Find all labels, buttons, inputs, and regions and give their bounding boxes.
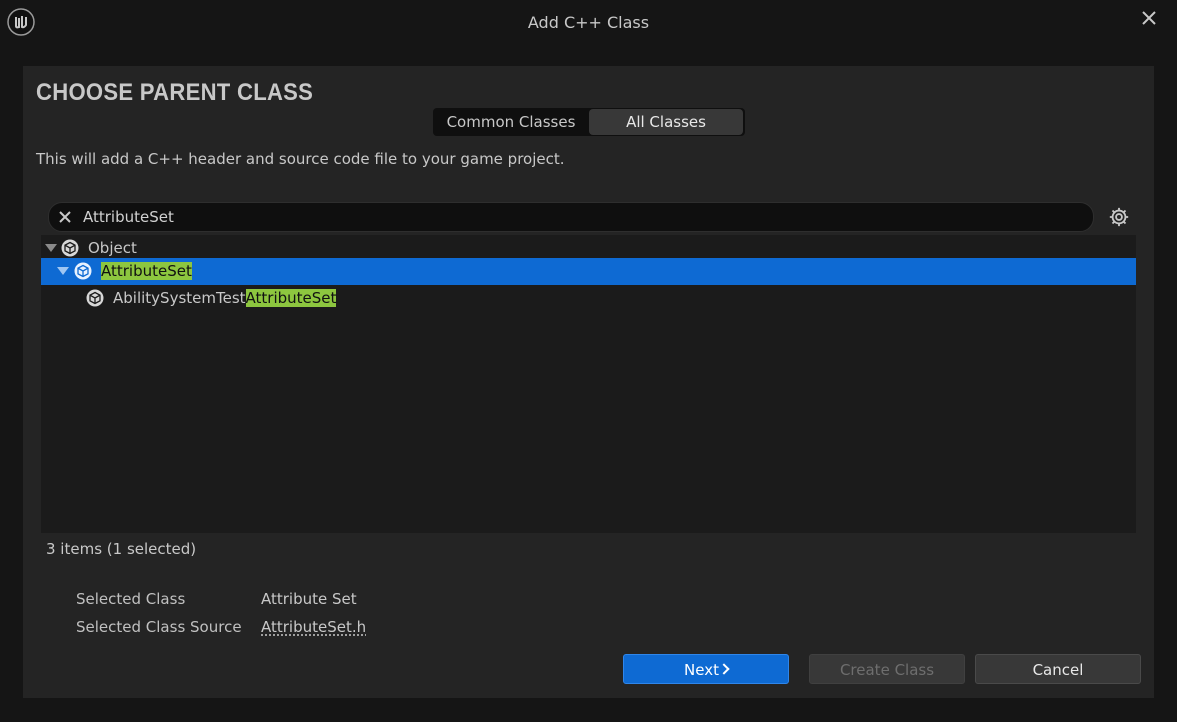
dialog-panel: CHOOSE PARENT CLASS Common Classes All C… [23,66,1154,698]
clear-search-icon[interactable] [57,209,73,225]
expand-arrow-icon[interactable] [45,244,57,252]
search-box [48,202,1094,232]
expand-arrow-icon[interactable] [57,267,69,275]
selected-class-value: Attribute Set [261,590,357,608]
add-cpp-class-window: Add C++ Class CHOOSE PARENT CLASS Common… [0,0,1177,722]
close-icon[interactable] [1139,8,1159,28]
tree-row-abilitysystemtestattributeset[interactable]: AbilitySystemTestAttributeSet [41,285,1136,312]
class-icon [61,239,79,257]
cancel-button[interactable]: Cancel [975,654,1141,684]
search-input[interactable] [83,203,1063,231]
class-icon [86,289,104,307]
tree-row-attributeset[interactable]: AttributeSet [41,258,1136,285]
tab-common-classes[interactable]: Common Classes [433,108,589,136]
class-tree: Object AttributeSet AbilitySystemTestAtt… [41,235,1136,533]
tab-all-classes[interactable]: All Classes [589,109,743,135]
window-title: Add C++ Class [527,13,650,32]
next-button-label: Next [684,661,719,679]
page-title: CHOOSE PARENT CLASS [36,79,314,106]
description-text: This will add a C++ header and source co… [36,150,565,168]
create-class-button[interactable]: Create Class [809,654,965,684]
selected-source-label: Selected Class Source [76,618,242,636]
gear-icon[interactable] [1108,206,1130,228]
tree-row-label: Object [88,239,137,257]
chevron-right-icon [718,663,730,675]
tree-row-label: AttributeSet [101,261,192,281]
search-highlight: AttributeSet [245,289,337,307]
tree-row-label: AbilitySystemTestAttributeSet [113,289,337,307]
class-icon [74,262,92,280]
class-filter-tabs: Common Classes All Classes [433,108,745,136]
search-highlight: AttributeSet [101,262,192,280]
selected-class-label: Selected Class [76,590,186,608]
selected-source-link[interactable]: AttributeSet.h [261,618,366,636]
title-bar: Add C++ Class [0,0,1177,46]
next-button[interactable]: Next [623,654,789,684]
item-count: 3 items (1 selected) [46,540,197,558]
